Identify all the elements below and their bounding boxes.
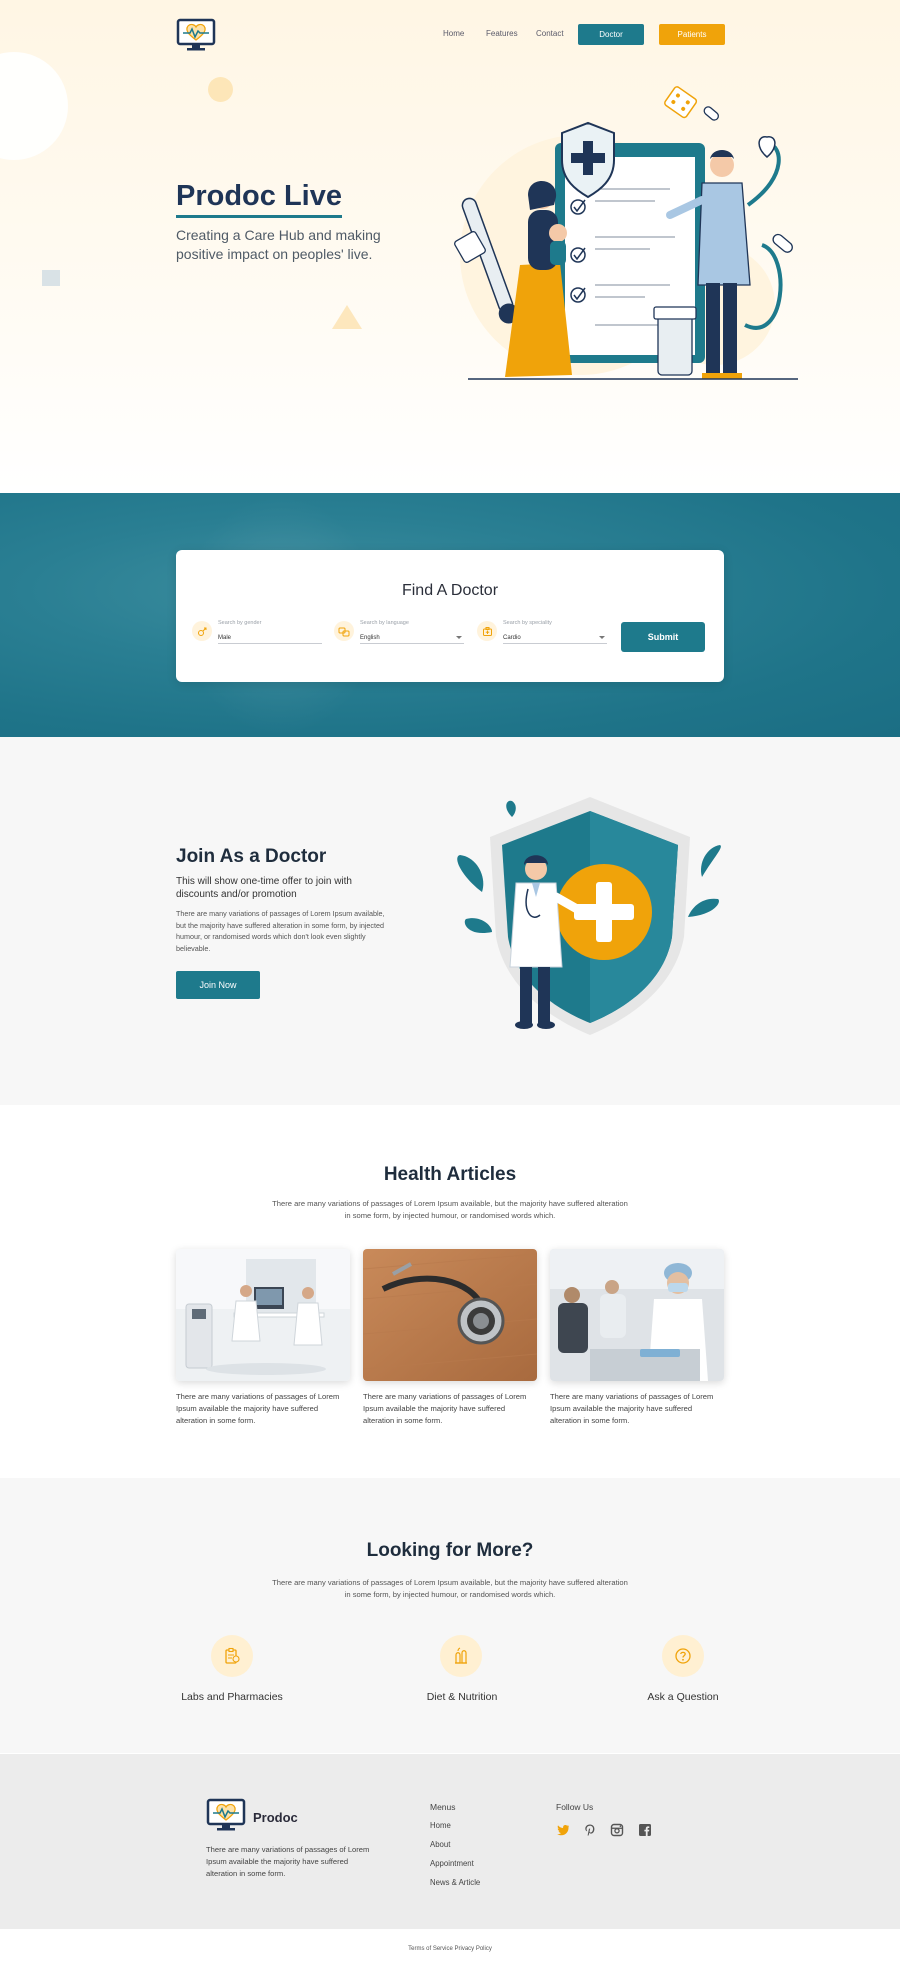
- gender-input[interactable]: Male: [218, 632, 322, 644]
- footer-follow-title: Follow Us: [556, 1802, 594, 1812]
- article-text-2: There are many variations of passages of…: [363, 1392, 527, 1425]
- facebook-icon[interactable]: [638, 1823, 652, 1837]
- nav-features[interactable]: Features: [486, 29, 518, 38]
- footer-link-appointment[interactable]: Appointment: [430, 1859, 474, 1868]
- hero-section: Home Features Contact Doctor Patients Pr…: [0, 0, 900, 492]
- chevron-down-icon: [599, 636, 605, 639]
- article-image-office[interactable]: [176, 1249, 350, 1381]
- footer-link-about[interactable]: About: [430, 1840, 450, 1849]
- join-now-button[interactable]: Join Now: [176, 971, 260, 999]
- nutrition-icon[interactable]: [440, 1635, 482, 1677]
- hero-illustration: [440, 85, 810, 385]
- patients-button[interactable]: Patients: [659, 24, 725, 45]
- decor-square: [42, 270, 60, 286]
- decor-circle-small: [208, 77, 233, 102]
- doctor-button[interactable]: Doctor: [578, 24, 644, 45]
- language-select[interactable]: English: [360, 632, 464, 644]
- nav-home[interactable]: Home: [443, 29, 464, 38]
- service-diet-label[interactable]: Diet & Nutrition: [382, 1691, 542, 1703]
- twitter-icon[interactable]: [556, 1823, 570, 1837]
- more-title: Looking for More?: [366, 1540, 534, 1561]
- footer-menus-title: Menus: [430, 1802, 456, 1812]
- bottom-bar: Terms of Service Privacy Policy: [0, 1929, 900, 1968]
- health-articles-section: Health Articles There are many variation…: [0, 1105, 900, 1477]
- chevron-down-icon: [456, 636, 462, 639]
- speciality-value: Cardio: [503, 635, 521, 641]
- legal-links[interactable]: Terms of Service Privacy Policy: [0, 1946, 900, 1952]
- language-label: Search by language: [360, 620, 409, 626]
- articles-title: Health Articles: [383, 1164, 517, 1185]
- articles-description: There are many variations of passages of…: [272, 1199, 628, 1220]
- question-icon[interactable]: [662, 1635, 704, 1677]
- decor-circle-large: [0, 52, 68, 160]
- gender-value: Male: [218, 635, 232, 641]
- language-icon: [334, 621, 354, 641]
- join-doctor-section: Join As a Doctor This will show one-time…: [0, 737, 900, 1105]
- footer-description: There are many variations of passages of…: [206, 1845, 370, 1878]
- footer-link-news[interactable]: News & Article: [430, 1878, 480, 1887]
- article-text-1: There are many variations of passages of…: [176, 1392, 340, 1425]
- hero-subtitle: Creating a Care Hub and making positive …: [176, 227, 381, 262]
- hero-title: Prodoc Live: [176, 180, 342, 218]
- find-doctor-section: Find A Doctor Search by gender Male Sear…: [0, 493, 900, 737]
- speciality-icon: [477, 621, 497, 641]
- join-body: There are many variations of passages of…: [176, 909, 385, 953]
- speciality-select[interactable]: Cardio: [503, 632, 607, 644]
- instagram-icon[interactable]: [610, 1823, 624, 1837]
- footer-brand: Prodoc: [253, 1810, 298, 1825]
- decor-triangle: [332, 305, 362, 329]
- speciality-label: Search by speciality: [503, 620, 552, 626]
- find-doctor-card: Find A Doctor Search by gender Male Sear…: [176, 550, 724, 682]
- gender-label: Search by gender: [218, 620, 262, 626]
- article-text-3: There are many variations of passages of…: [550, 1392, 714, 1425]
- nav-contact[interactable]: Contact: [536, 29, 564, 38]
- article-image-stethoscope[interactable]: [363, 1249, 537, 1381]
- doctor-shield-illustration: [452, 797, 728, 1037]
- service-question-label[interactable]: Ask a Question: [603, 1691, 763, 1703]
- submit-button[interactable]: Submit: [621, 622, 705, 652]
- language-value: English: [360, 635, 380, 641]
- more-description: There are many variations of passages of…: [272, 1578, 628, 1599]
- article-image-lab[interactable]: [550, 1249, 724, 1381]
- footer: Prodoc There are many variations of pass…: [0, 1754, 900, 1929]
- looking-for-more-section: Looking for More? There are many variati…: [0, 1478, 900, 1753]
- footer-logo-icon[interactable]: [206, 1798, 246, 1837]
- footer-link-home[interactable]: Home: [430, 1821, 451, 1830]
- join-title: Join As a Doctor: [176, 846, 327, 867]
- logo-icon[interactable]: [176, 18, 216, 52]
- join-subtitle: This will show one-time offer to join wi…: [176, 876, 352, 900]
- pinterest-icon[interactable]: [583, 1823, 597, 1837]
- lab-icon[interactable]: [211, 1635, 253, 1677]
- find-doctor-title: Find A Doctor: [401, 582, 499, 599]
- gender-icon: [192, 621, 212, 641]
- service-labs-label[interactable]: Labs and Pharmacies: [152, 1691, 312, 1703]
